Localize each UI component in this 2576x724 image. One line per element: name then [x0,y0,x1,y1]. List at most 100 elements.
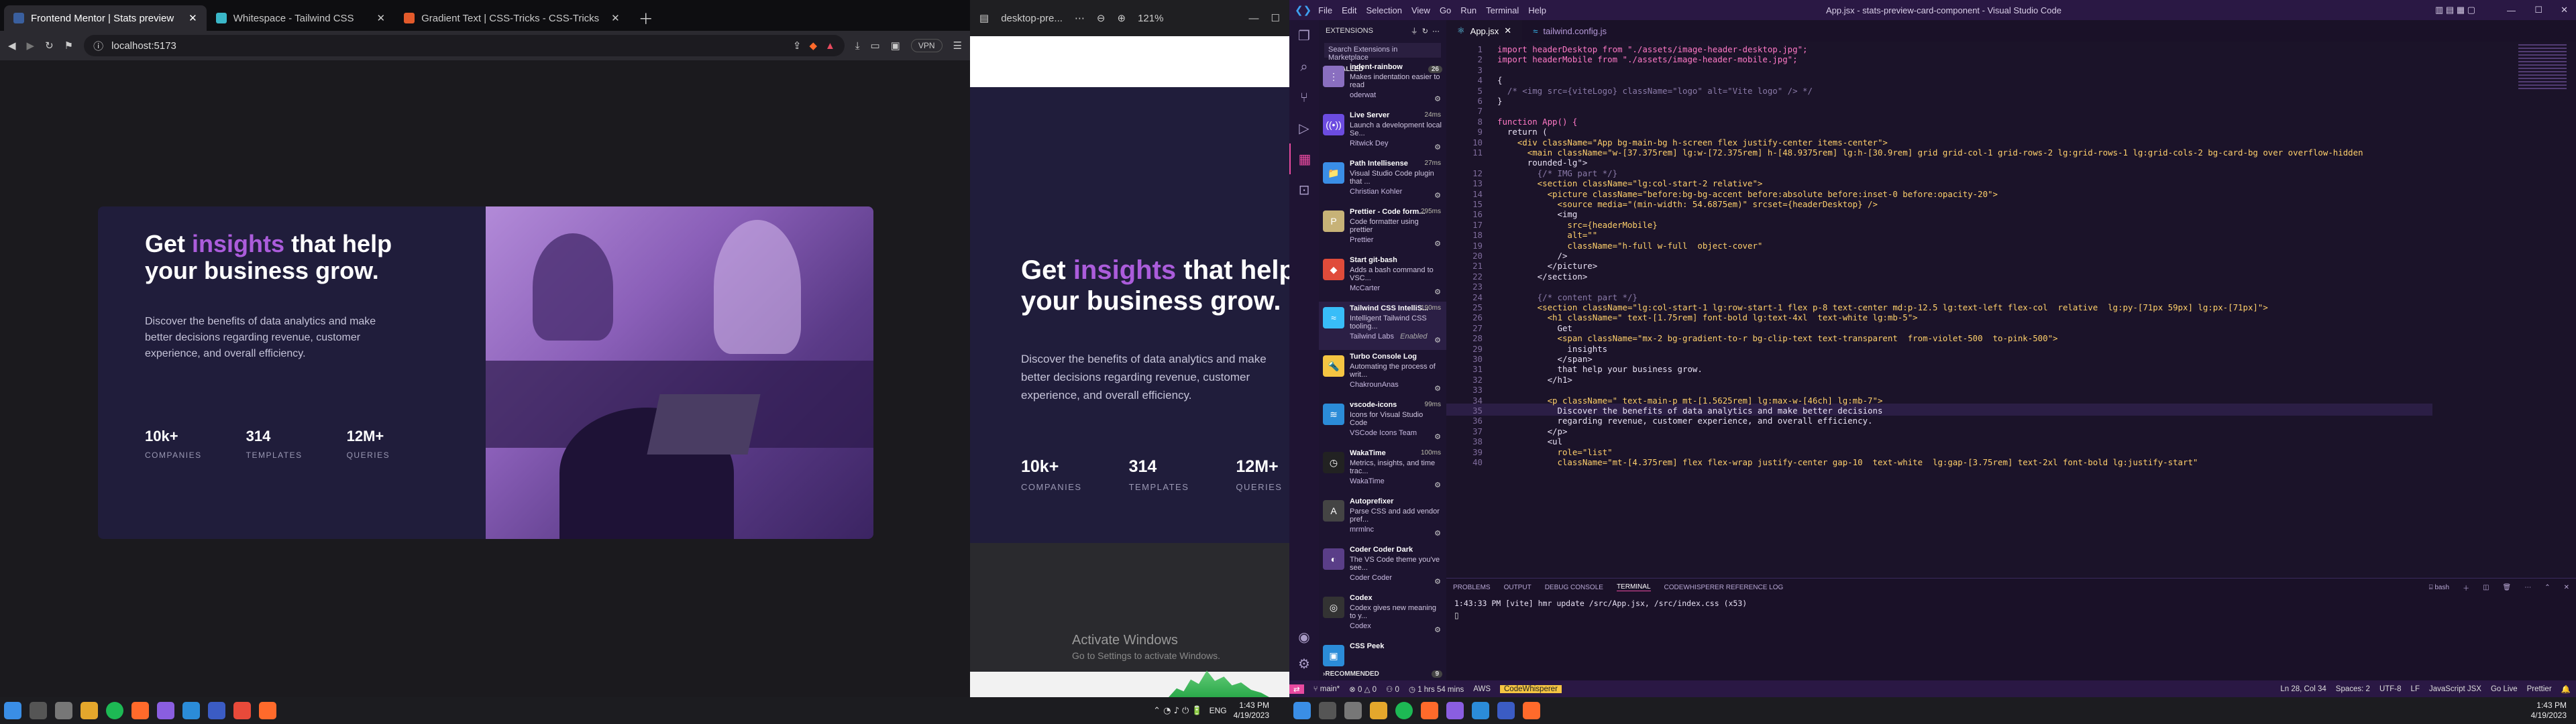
browser-tab-2[interactable]: Gradient Text | CSS-Tricks - CSS-Tricks … [394,5,629,31]
extension-item[interactable]: 📁 Path Intellisense Visual Studio Code plu… [1319,157,1446,205]
gear-icon[interactable]: ⚙ [1434,625,1441,634]
run-debug-icon[interactable]: ▷ [1289,113,1319,143]
code-editor[interactable]: 1 import headerDesktop from "./assets/ima… [1446,42,2509,578]
reload-icon[interactable]: ↻ [45,40,54,52]
forward-icon[interactable]: ▶ [27,40,35,52]
gear-icon[interactable]: ⚙ [1434,481,1441,489]
task-view-icon[interactable] [55,702,72,719]
maximize-icon[interactable]: ☐ [2534,5,2542,15]
indentation[interactable]: Spaces: 2 [2336,685,2370,693]
app-icon[interactable] [1446,702,1464,719]
file-explorer-icon[interactable] [1370,702,1387,719]
gear-icon[interactable]: ⚙ [1434,336,1441,345]
layout-icons[interactable]: ▥ ▤ ▦ ▢ [2435,5,2475,15]
extensions-icon[interactable]: ▦ [1289,143,1319,174]
extension-item[interactable]: ⋮ indent-rainbow Makes indentation easier … [1319,60,1446,109]
go-live-button[interactable]: Go Live [2491,685,2518,693]
new-terminal-icon[interactable]: ＋ [2463,583,2469,593]
gear-icon[interactable]: ⚙ [1434,191,1441,200]
vpn-button[interactable]: VPN [910,39,943,52]
brave-icon[interactable] [259,702,276,719]
explorer-icon[interactable]: ❐ [1289,20,1319,51]
file-explorer-icon[interactable] [80,702,98,719]
windows-start-icon[interactable] [4,702,21,719]
extension-item[interactable]: ((•)) Live Server Launch a development loc… [1319,109,1446,157]
share-icon[interactable]: ⇪ [793,40,802,52]
more-icon[interactable]: ⋯ [1432,27,1440,36]
extension-item[interactable]: ◷ WakaTime Metrics, insights, and time tra… [1319,446,1446,495]
refresh-icon[interactable]: ↻ [1422,27,1428,36]
brave-icon[interactable] [1421,702,1438,719]
remote-icon[interactable]: ⊡ [1289,174,1319,205]
menu-selection[interactable]: Selection [1366,5,1402,15]
minimap[interactable] [2509,42,2576,578]
app-icon[interactable] [157,702,174,719]
gear-icon[interactable]: ⚙ [1434,143,1441,152]
terminal-shell-selector[interactable]: ⌸ bash [2429,584,2449,591]
extension-item[interactable]: ◆ Start git-bash Adds a bash command to VS… [1319,253,1446,302]
remote-indicator[interactable]: ⇄ [1289,684,1304,694]
language-indicator[interactable]: ENG [1210,706,1227,715]
gear-icon[interactable]: ⚙ [1434,432,1441,441]
menu-go[interactable]: Go [1440,5,1451,15]
close-icon[interactable]: ✕ [189,12,197,24]
extension-item[interactable]: ≈ Tailwind CSS IntelliS... Intelligent Tai… [1319,302,1446,350]
extension-item[interactable]: ≋ vscode-icons Icons for Visual Studio Cod… [1319,398,1446,446]
extension-item[interactable]: ◐ Coder Coder Dark The VS Code theme you'v… [1319,543,1446,591]
brave-rewards-icon[interactable]: ▲ [825,40,835,52]
codewhisperer-status[interactable]: CodeWhisperer [1500,684,1562,693]
sidebar-icon[interactable]: ▭ [870,40,879,52]
clock[interactable]: 1:43 PM 4/19/2023 [1234,701,1269,721]
menu-view[interactable]: View [1411,5,1430,15]
menu-file[interactable]: File [1318,5,1332,15]
maximize-panel-icon[interactable]: ⌃ [2544,584,2550,591]
windows-start-icon[interactable] [1293,702,1311,719]
terminal-cursor[interactable]: ▯ [1446,611,2576,620]
branch-status[interactable]: ⑂ main* [1313,685,1340,693]
bookmark-icon[interactable]: ⚑ [64,40,73,52]
close-icon[interactable]: ✕ [611,12,620,24]
task-view-icon[interactable] [1344,702,1362,719]
panel-tab-codewhisperer-log[interactable]: CODEWHISPERER REFERENCE LOG [1664,584,1784,591]
gear-icon[interactable]: ⚙ [1434,529,1441,538]
filter-icon[interactable]: ⏚ [1411,25,1418,36]
encoding[interactable]: UTF-8 [2379,685,2402,693]
clock[interactable]: 1:43 PM 4/19/2023 [2531,701,2567,721]
language-mode[interactable]: JavaScript JSX [2429,685,2481,693]
recommended-section-header[interactable]: › RECOMMENDED 9 [1319,668,1446,680]
brave-shield-icon[interactable]: ◆ [809,40,817,52]
close-icon[interactable]: ✕ [377,12,386,24]
zoom-out-icon[interactable]: ⊖ [1097,12,1106,24]
more-icon[interactable]: ⋯ [1075,12,1085,24]
gear-icon[interactable]: ⚙ [1434,288,1441,296]
prettier-status[interactable]: Prettier [2527,685,2552,693]
browser-tab-0[interactable]: Frontend Mentor | Stats preview ✕ [4,5,207,31]
maximize-icon[interactable]: ☐ [1271,12,1280,24]
menu-terminal[interactable]: Terminal [1486,5,1519,15]
download-icon[interactable]: ⤓ [855,40,860,52]
more-icon[interactable]: ⋯ [2524,584,2531,591]
search-icon[interactable]: ⌕ [1289,51,1319,82]
tab-app-jsx[interactable]: ⚛ App.jsx ✕ [1446,20,1523,42]
gear-icon[interactable]: ⚙ [1434,577,1441,586]
menu-icon[interactable]: ☰ [953,40,962,52]
app-icon[interactable] [208,702,225,719]
problems-status[interactable]: ⊗ 0 △ 0 [1349,684,1377,694]
vscode-icon[interactable] [1472,702,1489,719]
brave-icon[interactable] [131,702,149,719]
settings-gear-icon[interactable]: ⚙ [1289,650,1319,677]
vscode-icon[interactable] [182,702,200,719]
spotify-icon[interactable] [1395,702,1413,719]
gear-icon[interactable]: ⚙ [1434,384,1441,393]
menu-edit[interactable]: Edit [1342,5,1356,15]
extension-item[interactable]: P Prettier - Code form... Code formatter u… [1319,205,1446,253]
panel-tab-debug-console[interactable]: DEBUG CONSOLE [1545,584,1603,591]
address-bar[interactable]: ⓘ localhost:5173 ⇪ ◆ ▲ [84,35,845,56]
notifications-icon[interactable]: 🔔 [2561,684,2571,694]
kill-terminal-icon[interactable]: 🗑 [2503,584,2512,591]
split-terminal-icon[interactable]: ◫ [2483,584,2489,591]
menu-help[interactable]: Help [1528,5,1546,15]
close-icon[interactable]: ✕ [2561,5,2568,15]
panel-tab-problems[interactable]: PROBLEMS [1453,584,1491,591]
panel-tab-terminal[interactable]: TERMINAL [1616,583,1651,591]
